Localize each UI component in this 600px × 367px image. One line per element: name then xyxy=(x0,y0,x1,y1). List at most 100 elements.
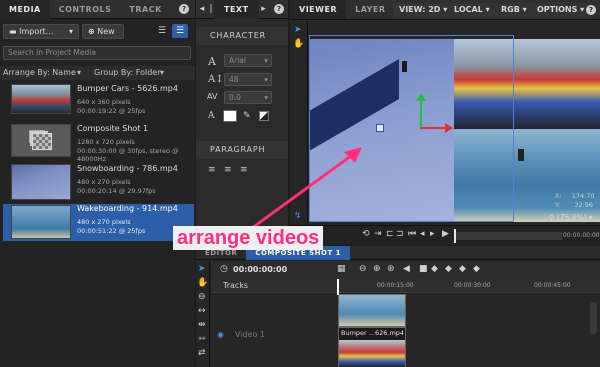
current-time[interactable]: 00:00:00:00 xyxy=(233,265,287,274)
timeline-playhead[interactable] xyxy=(337,279,339,295)
track-name: Video 1 xyxy=(235,330,266,339)
align-right-icon[interactable]: ≡ xyxy=(240,165,248,175)
hand-icon[interactable]: ✋ xyxy=(293,39,304,49)
tab-layer[interactable]: LAYER xyxy=(346,0,394,19)
zoom-fit-icon[interactable]: ⊛ xyxy=(387,264,395,274)
tracking-icon: AV xyxy=(207,92,218,101)
group-by-select[interactable]: Group By: Folder xyxy=(94,68,161,77)
chevron-down-icon: ▾ xyxy=(588,213,593,222)
font-select[interactable]: Arial ▾ xyxy=(224,54,272,67)
font-size-select[interactable]: 48 ▾ xyxy=(224,73,272,86)
help-icon[interactable]: ? xyxy=(179,4,189,14)
snowboarding-thumbnail xyxy=(11,164,71,200)
bumper-cars-thumbnail xyxy=(11,84,71,114)
tab-track[interactable]: TRACK xyxy=(120,0,170,19)
options-menu[interactable]: OPTIONS ▾ xyxy=(531,3,591,17)
keyframe-diamond-3-icon[interactable]: ◆ xyxy=(459,264,466,274)
export-frame-icon[interactable]: ⇥ xyxy=(374,229,382,239)
ruler-tick: 00:00:30:00 xyxy=(454,282,491,289)
wakeboarding-thumbnail xyxy=(11,205,71,239)
ruler[interactable]: 00:00:15:00 00:00:30:00 00:00:45:00 xyxy=(337,279,600,293)
arrange-by-select[interactable]: Arrange By: Name xyxy=(3,68,76,77)
viewer-scrubber[interactable] xyxy=(454,232,562,240)
import-button[interactable]: ▬ Import... ▾ xyxy=(3,24,79,39)
visibility-eye-icon[interactable]: ◉ xyxy=(217,330,224,339)
next-frame-icon[interactable]: ▸ xyxy=(430,229,435,239)
out-point-icon[interactable]: ⊐ xyxy=(396,229,404,239)
text-panel: ◂ | TEXT ▸ ? CHARACTER A Arial ▾ A↕ 48 ▾ A… xyxy=(196,0,288,245)
editor-toolstrip: ➤ ✋ ⊖ ↔ ⇹ ⇿ ⇄ xyxy=(196,261,210,367)
keyframe-square-icon[interactable]: ■ xyxy=(419,264,428,274)
layer-bounding-box[interactable] xyxy=(309,35,514,222)
keyframe-diamond-icon[interactable]: ◆ xyxy=(431,264,438,274)
chevron-down-icon: ▾ xyxy=(264,93,268,102)
select-arrow-icon[interactable]: ➤ xyxy=(294,25,302,35)
track-row[interactable]: ◉ Video 1 Bumper ...626.mp4 xyxy=(211,294,600,367)
track-scrollbar[interactable] xyxy=(590,302,597,334)
chevron-right-icon[interactable]: ▸ xyxy=(259,4,269,14)
media-item[interactable]: Composite Shot 1 1280 x 720 pixels 00:00… xyxy=(3,124,194,165)
character-header: CHARACTER xyxy=(196,27,288,45)
folder-icon: ▬ xyxy=(9,27,17,36)
transform-handle[interactable] xyxy=(376,124,384,132)
media-item-selected[interactable]: Wakeboarding - 914.mp4 480 x 270 pixels … xyxy=(3,204,194,241)
grid-view-icon[interactable]: ☰ xyxy=(172,24,188,38)
gizmo-y-arrow-icon xyxy=(416,93,426,101)
rate-stretch-icon[interactable]: ⇄ xyxy=(198,348,206,358)
prev-frame-icon[interactable]: ◂ xyxy=(420,229,425,239)
view-menu[interactable]: VIEW: 2D ▾ xyxy=(393,3,454,17)
channel-menu[interactable]: RGB ▾ xyxy=(495,3,533,17)
coord-y: Y: 32.96 xyxy=(555,201,593,209)
chevron-down-icon: ▾ xyxy=(264,56,268,65)
help-icon[interactable]: ? xyxy=(274,4,284,14)
tab-text[interactable]: TEXT xyxy=(214,0,259,19)
list-view-icon[interactable]: ☰ xyxy=(155,25,169,37)
chevron-left-icon[interactable]: ◂ xyxy=(196,4,208,14)
paragraph-header: PARAGRAPH xyxy=(196,141,288,159)
hand-icon[interactable]: ✋ xyxy=(197,278,208,288)
plus-icon: ⊕ xyxy=(88,27,95,36)
in-point-icon[interactable]: ⊏ xyxy=(386,229,394,239)
tab-media[interactable]: MEDIA xyxy=(0,0,50,19)
roll-icon[interactable]: ⇿ xyxy=(198,334,206,344)
wakeboarding-clip[interactable] xyxy=(338,294,406,327)
timeline-settings-icon[interactable]: ▦ xyxy=(337,264,346,274)
play-icon[interactable]: ▶ xyxy=(442,229,449,239)
eyedropper-icon[interactable]: ✎ xyxy=(243,111,251,121)
align-left-icon[interactable]: ≡ xyxy=(208,165,216,175)
search-input[interactable]: Search in Project Media xyxy=(3,46,191,60)
gizmo-x-axis[interactable] xyxy=(420,127,446,129)
chevron-down-icon: ▾ xyxy=(68,27,73,36)
viewer-canvas[interactable]: X: 174.70 Y: 32.96 ⚲ (75.8%) ▾ xyxy=(309,21,600,225)
tab-viewer[interactable]: VIEWER xyxy=(290,0,347,19)
help-icon[interactable]: ? xyxy=(586,5,596,15)
gizmo-y-axis[interactable] xyxy=(420,99,422,128)
slice-icon[interactable]: ⊖ xyxy=(198,292,206,302)
loop-icon[interactable]: ⟲ xyxy=(362,229,370,239)
select-arrow-icon[interactable]: ➤ xyxy=(198,264,206,274)
tab-controls[interactable]: CONTROLS xyxy=(50,0,121,19)
tracking-select[interactable]: 0.0 ▾ xyxy=(224,91,272,104)
go-start-icon[interactable]: ⏮ xyxy=(408,229,416,239)
keyframe-diamond-2-icon[interactable]: ◆ xyxy=(445,264,452,274)
viewer-playhead[interactable] xyxy=(454,229,456,243)
transform-icon[interactable]: ↯ xyxy=(294,211,302,221)
keyframe-diamond-4-icon[interactable]: ◆ xyxy=(473,264,480,274)
ripple-icon[interactable]: ⇹ xyxy=(198,320,206,330)
media-tabbar: MEDIA CONTROLS TRACK ? xyxy=(0,0,195,19)
color-reset-icon[interactable] xyxy=(259,111,269,121)
zoom-control[interactable]: ⚲ (75.8%) ▾ xyxy=(549,213,593,222)
bumper-cars-clip[interactable]: Bumper ...626.mp4 xyxy=(338,327,406,367)
group-chevron-icon: ▾ xyxy=(160,68,165,77)
keyframe-prev-icon[interactable]: ◀ xyxy=(403,264,410,274)
text-color-icon[interactable]: A xyxy=(208,111,215,121)
zoom-in-icon[interactable]: ⊕ xyxy=(373,264,381,274)
media-item[interactable]: Bumper Cars - 5626.mp4 640 x 360 pixels … xyxy=(3,84,194,125)
slip-icon[interactable]: ↔ xyxy=(198,306,206,316)
space-menu[interactable]: LOCAL ▾ xyxy=(448,3,496,17)
new-button[interactable]: ⊕ New xyxy=(82,24,124,39)
align-center-icon[interactable]: ≡ xyxy=(224,165,232,175)
media-item[interactable]: Snowboarding - 786.mp4 480 x 270 pixels … xyxy=(3,164,194,205)
color-swatch[interactable] xyxy=(223,110,237,122)
zoom-out-icon[interactable]: ⊖ xyxy=(359,264,367,274)
